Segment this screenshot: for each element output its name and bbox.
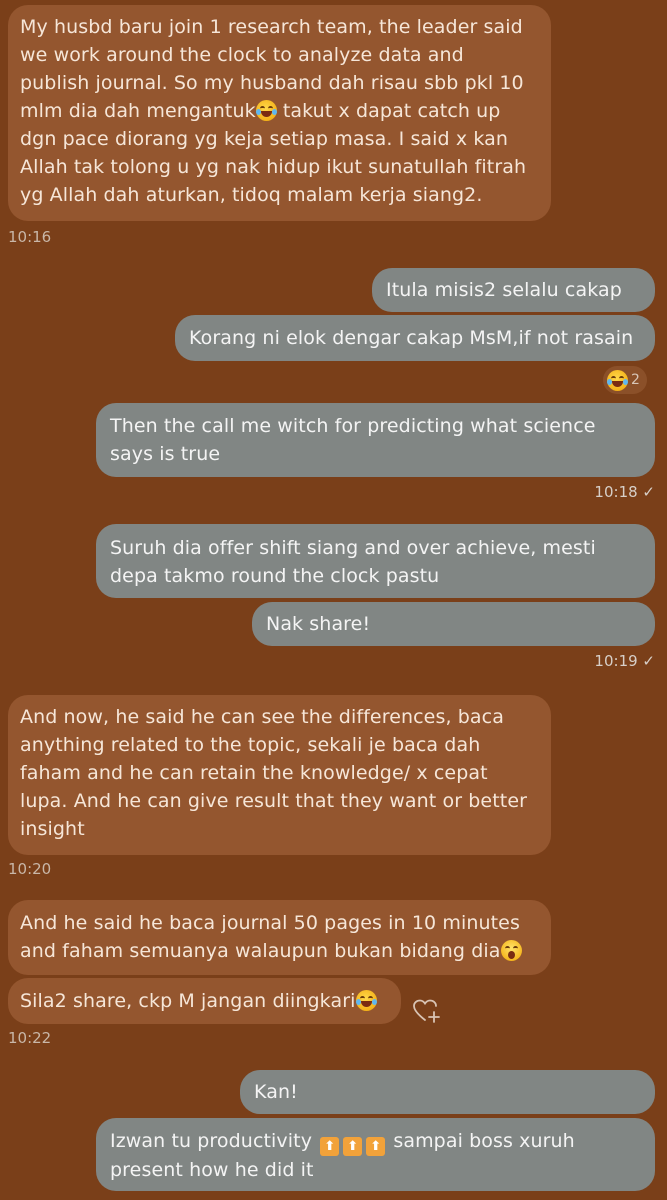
message-timestamp: 10:22 (8, 1029, 52, 1047)
message-bubble-outgoing[interactable]: Itula misis2 selalu cakap (372, 268, 655, 312)
message-bubble-incoming[interactable]: And now, he said he can see the differen… (8, 695, 551, 855)
rofl-emoji-icon (255, 100, 277, 121)
message-bubble-outgoing[interactable]: Then the call me witch for predicting wh… (96, 403, 655, 477)
up-arrow-emoji-icon: ⬆ (366, 1137, 386, 1156)
add-reaction-heart-icon[interactable] (412, 998, 442, 1024)
reaction-count: 2 (631, 372, 640, 388)
message-reaction[interactable]: 2 (603, 366, 647, 394)
message-text: Kan! (254, 1081, 298, 1103)
message-text: Then the call me witch for predicting wh… (110, 415, 596, 465)
rofl-emoji-icon (355, 990, 377, 1011)
message-text: Izwan tu productivity (110, 1130, 319, 1152)
message-text: And he said he baca journal 50 pages in … (20, 912, 520, 962)
message-timestamp: 10:18 ✓ (594, 483, 655, 501)
joy-emoji-icon (607, 369, 628, 391)
message-bubble-outgoing[interactable]: Nak share! (252, 602, 655, 646)
message-bubble-incoming[interactable]: My husbd baru join 1 research team, the … (8, 5, 551, 221)
message-text: And now, he said he can see the differen… (20, 706, 528, 840)
scream-emoji-icon (500, 940, 522, 961)
message-bubble-incoming[interactable]: And he said he baca journal 50 pages in … (8, 900, 551, 975)
message-timestamp: 10:20 (8, 860, 52, 878)
message-bubble-outgoing[interactable]: Suruh dia offer shift siang and over ach… (96, 524, 655, 598)
up-arrow-emoji-icon: ⬆ (343, 1137, 363, 1156)
message-bubble-incoming[interactable]: Sila2 share, ckp M jangan diingkari (8, 978, 401, 1024)
message-text: Itula misis2 selalu cakap (386, 279, 622, 301)
message-text: Suruh dia offer shift siang and over ach… (110, 537, 596, 587)
message-bubble-outgoing[interactable]: Izwan tu productivity ⬆ ⬆ ⬆ sampai boss xu… (96, 1118, 655, 1191)
up-arrow-emoji-icon: ⬆ (320, 1137, 340, 1156)
message-text: Sila2 share, ckp M jangan diingkari (20, 990, 356, 1012)
message-bubble-outgoing[interactable]: Kan! (240, 1070, 655, 1114)
message-text: Nak share! (266, 613, 371, 635)
message-bubble-outgoing[interactable]: Korang ni elok dengar cakap MsM,if not r… (175, 315, 655, 361)
message-timestamp: 10:16 (8, 228, 52, 246)
message-timestamp: 10:19 ✓ (594, 652, 655, 670)
message-text: Korang ni elok dengar cakap MsM,if not r… (189, 327, 634, 349)
